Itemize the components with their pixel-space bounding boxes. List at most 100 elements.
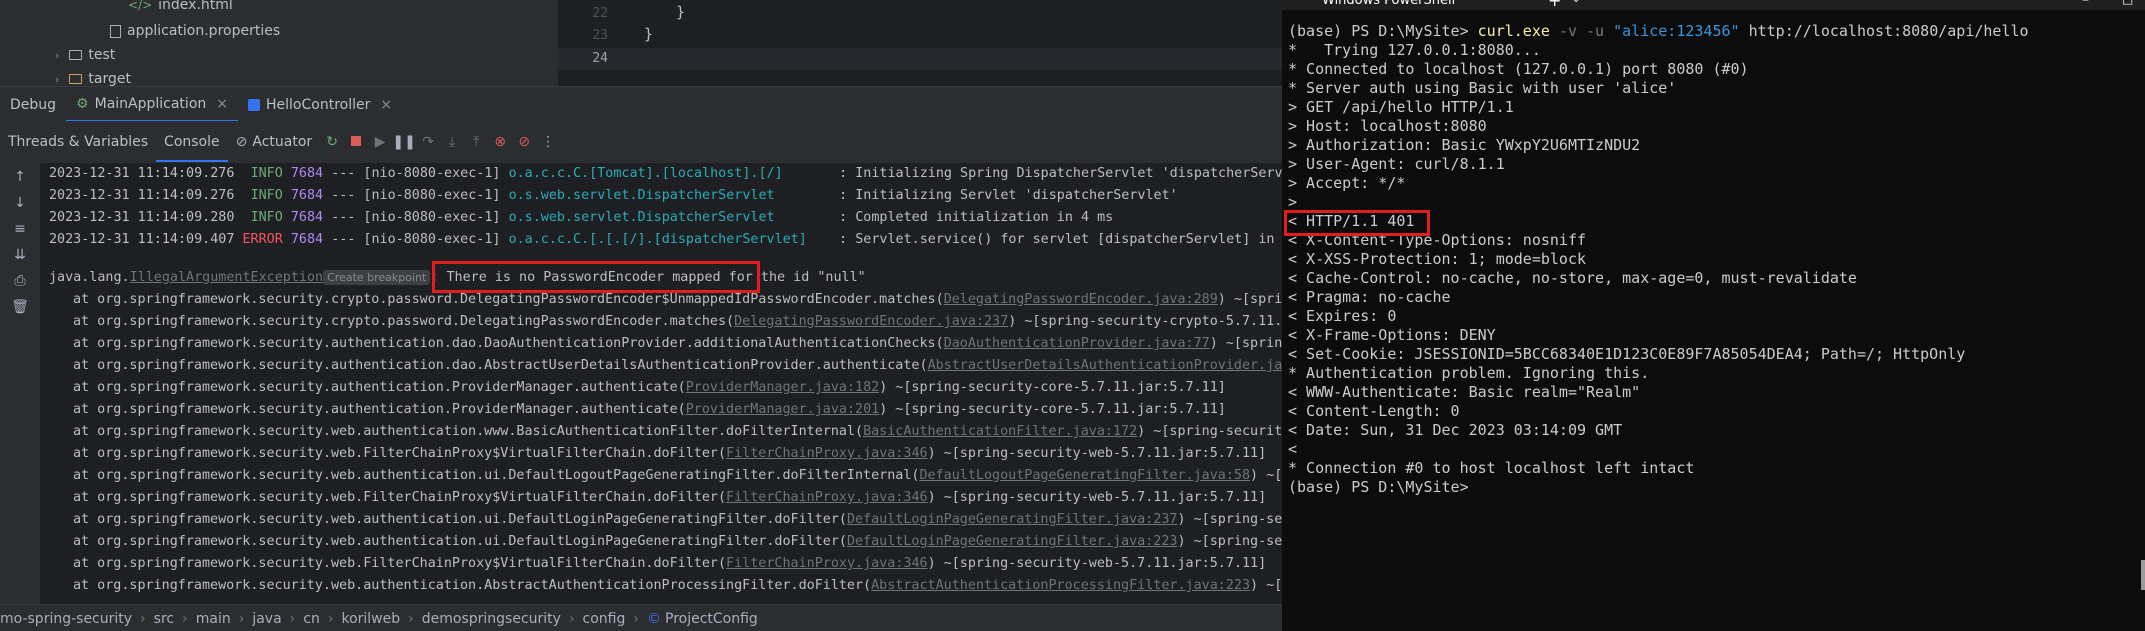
breadcrumb-label: java xyxy=(252,610,282,627)
mute-breakpoints-icon[interactable]: ⊘ xyxy=(512,134,536,150)
debug-toolbar: Threads & Variables Console ⊘ Actuator ↻ … xyxy=(0,121,1282,163)
scroll-up-icon[interactable]: ↑ xyxy=(10,169,30,185)
exception-package: java.lang. xyxy=(49,270,130,285)
stack-frame-method: at org.springframework.security.crypto.p… xyxy=(73,314,735,329)
source-link[interactable]: DefaultLogoutPageGeneratingFilter.java:5… xyxy=(920,468,1251,483)
stack-frame-method: at org.springframework.security.web.auth… xyxy=(73,512,847,527)
terminal-line: < Cache-Control: no-cache, no-store, max… xyxy=(1288,269,1857,287)
stack-frame-method: at org.springframework.security.web.Filt… xyxy=(73,446,727,461)
rerun-icon[interactable]: ↻ xyxy=(320,134,344,150)
breadcrumb-item[interactable]: mo-spring-security xyxy=(0,611,132,627)
step-over-icon[interactable]: ↷ xyxy=(416,134,440,150)
status-401-highlight xyxy=(1284,210,1430,236)
source-link[interactable]: ProviderManager.java:201 xyxy=(686,402,879,417)
source-link[interactable]: DefaultLoginPageGeneratingFilter.java:22… xyxy=(847,534,1178,549)
clear-all-icon[interactable]: 🗑 xyxy=(10,299,30,315)
source-link[interactable]: DelegatingPasswordEncoder.java:237 xyxy=(734,314,1008,329)
terminal-line: * Server auth using Basic with user 'ali… xyxy=(1288,79,1677,97)
scrollbar-thumb[interactable] xyxy=(2141,560,2145,590)
tree-item-test[interactable]: › test xyxy=(55,47,115,63)
stack-frame-jar: ) ~[spring-security-web-5.7.11.jar:5.7.1… xyxy=(1137,424,1282,439)
log-pid: 7684 xyxy=(290,166,324,181)
terminal-line: * Authentication problem. Ignoring this. xyxy=(1288,364,1650,382)
exception-class-link[interactable]: IllegalArgumentException xyxy=(130,270,323,285)
tab-threads-variables[interactable]: Threads & Variables xyxy=(0,134,156,150)
source-link[interactable]: FilterChainProxy.java:346 xyxy=(726,556,928,571)
chevron-down-icon[interactable]: ⌄ xyxy=(1572,0,1580,5)
stack-frame-method: at org.springframework.security.web.Filt… xyxy=(73,556,727,571)
breadcrumb-label: mo-spring-security xyxy=(0,610,133,627)
stack-frame-jar: ) ~[spring-security-web-5.7.11.jar:5.7.1… xyxy=(1177,512,1282,527)
breadcrumb-item[interactable]: korilweb xyxy=(341,611,400,627)
folder-icon xyxy=(69,74,83,84)
source-link[interactable]: BasicAuthenticationFilter.java:172 xyxy=(863,424,1137,439)
tab-console[interactable]: Console xyxy=(156,122,228,162)
breadcrumb-separator-icon: › xyxy=(140,610,146,627)
terminal-line: > User-Agent: curl/8.1.1 xyxy=(1288,155,1505,173)
print-icon[interactable]: ⎙ xyxy=(10,273,30,289)
minimize-icon[interactable]: – xyxy=(2082,0,2089,8)
source-link[interactable]: FilterChainProxy.java:346 xyxy=(726,490,928,505)
code-editor[interactable]: 22 } 23 } 24 xyxy=(558,0,1282,86)
breadcrumb-item[interactable]: java xyxy=(252,611,281,627)
more-options-icon[interactable]: ⋮ xyxy=(536,134,560,150)
command-line: (base) PS D:\MySite> curl.exe -v -u "ali… xyxy=(1288,22,2029,41)
source-link[interactable]: FilterChainProxy.java:346 xyxy=(726,446,928,461)
view-breakpoints-icon[interactable]: ⊗ xyxy=(488,134,512,150)
tree-item-target[interactable]: › target xyxy=(55,71,131,87)
tree-item-application-properties[interactable]: application.properties xyxy=(110,23,280,39)
breadcrumb-item[interactable]: config xyxy=(583,611,626,627)
command-credentials: "alice:123456" xyxy=(1613,22,1740,40)
new-tab-icon[interactable]: + xyxy=(1548,0,1561,10)
breadcrumb-label: src xyxy=(153,610,175,627)
breadcrumb-separator-icon: › xyxy=(182,610,188,627)
breadcrumb-item[interactable]: © ProjectConfig xyxy=(647,611,758,627)
console-output[interactable]: 2023-12-31 11:14:09.276 INFO 7684 --- [n… xyxy=(40,163,1282,604)
log-message: : Completed initialization in 4 ms xyxy=(839,210,1114,225)
stack-frame: at org.springframework.security.crypto.p… xyxy=(73,289,1282,311)
close-icon[interactable]: × xyxy=(380,97,392,113)
stack-frame-jar: ) ~[spring-security-crypto-5.7.11.jar:5.… xyxy=(1217,292,1282,307)
stop-icon[interactable] xyxy=(344,134,368,150)
breadcrumb-item[interactable]: cn xyxy=(303,611,320,627)
close-icon[interactable]: × xyxy=(216,96,228,112)
source-link[interactable]: DaoAuthenticationProvider.java:77 xyxy=(944,336,1210,351)
breadcrumb-item[interactable]: demospringsecurity xyxy=(422,611,561,627)
stack-frame-jar: ) ~[spring-security-web-5.7.11.jar:5.7.1… xyxy=(927,446,1267,461)
maximize-icon[interactable]: □ xyxy=(2122,0,2133,6)
breadcrumb-item[interactable]: src xyxy=(154,611,174,627)
breadcrumb-item[interactable]: main xyxy=(196,611,231,627)
stack-frame-jar: ) ~[spring-security-web-5.7.11.jar:5.7.1… xyxy=(1177,534,1282,549)
stack-frame-jar: ) ~[spring-security-web-5.7.11.jar:5.7.1… xyxy=(1250,468,1282,483)
tab-label: Console xyxy=(164,134,220,150)
tab-label: HelloController xyxy=(266,96,371,113)
stack-frame-jar: ) ~[spring-security-crypto-5.7.11.jar:5.… xyxy=(1008,314,1282,329)
tab-hello-controller[interactable]: HelloController × xyxy=(238,87,402,122)
source-link[interactable]: AbstractUserDetailsAuthenticationProvide… xyxy=(928,358,1282,373)
tree-item-index-html[interactable]: </> index.html xyxy=(128,0,233,13)
debug-title: Debug xyxy=(0,87,66,122)
scroll-down-icon[interactable]: ↓ xyxy=(10,195,30,211)
console-side-toolbar: ↑ ↓ ≡ ⇊ ⎙ 🗑 xyxy=(0,163,40,604)
stack-frame-method: at org.springframework.security.authenti… xyxy=(73,380,686,395)
source-link[interactable]: DefaultLoginPageGeneratingFilter.java:23… xyxy=(847,512,1178,527)
source-link[interactable]: ProviderManager.java:182 xyxy=(686,380,879,395)
step-out-icon[interactable]: ⤒ xyxy=(464,134,488,150)
tab-actuator[interactable]: ⊘ Actuator xyxy=(228,134,321,150)
navigation-breadcrumb: mo-spring-security › src › main › java › cn › kori… xyxy=(0,604,1282,631)
soft-wrap-icon[interactable]: ≡ xyxy=(10,221,30,237)
tab-main-application[interactable]: ⚙ MainApplication × xyxy=(66,87,238,122)
source-link[interactable]: DelegatingPasswordEncoder.java:289 xyxy=(944,292,1218,307)
log-logger: o.s.web.servlet.DispatcherServlet xyxy=(508,188,832,203)
step-into-icon[interactable]: ⤓ xyxy=(440,134,464,150)
log-timestamp: 2023-12-31 11:14:09.276 xyxy=(49,166,235,181)
source-link[interactable]: AbstractAuthenticationProcessingFilter.j… xyxy=(871,578,1250,593)
create-breakpoint-button[interactable]: Create breakpoint xyxy=(323,270,431,285)
command-url: http://localhost:8080/api/hello xyxy=(1748,22,2029,40)
resume-icon[interactable]: ▶ xyxy=(368,134,392,150)
log-line: 2023-12-31 11:14:09.276 INFO 7684 --- [n… xyxy=(49,185,1178,207)
tree-item-label: index.html xyxy=(158,0,233,13)
stack-frame: at org.springframework.security.crypto.p… xyxy=(73,311,1282,333)
pause-icon[interactable]: ❚❚ xyxy=(392,134,416,150)
scroll-to-end-icon[interactable]: ⇊ xyxy=(10,247,30,263)
